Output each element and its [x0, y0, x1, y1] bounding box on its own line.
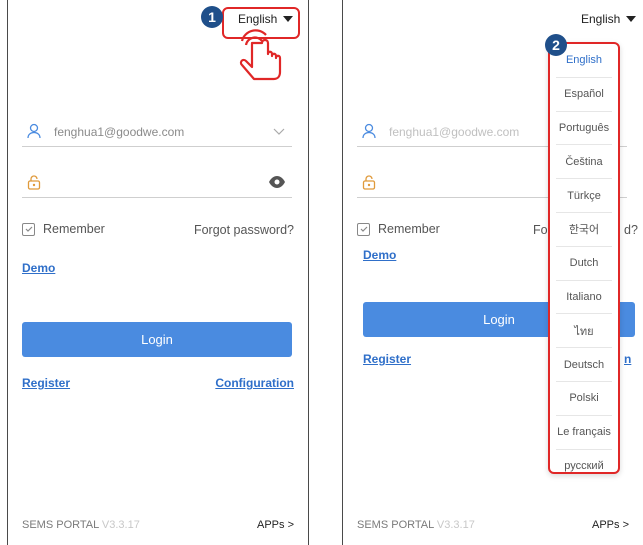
register-link[interactable]: Register: [22, 376, 70, 390]
checkbox-icon: [22, 222, 35, 236]
remember-label: Remember: [43, 222, 105, 236]
apps-link[interactable]: APPs >: [592, 519, 629, 531]
language-selected-label: English: [581, 12, 621, 26]
step-badge-1: 1: [201, 6, 223, 28]
demo-link[interactable]: Demo: [22, 261, 55, 275]
lock-icon: [26, 174, 42, 195]
demo-link[interactable]: Demo: [363, 248, 396, 262]
remember-label: Remember: [378, 222, 440, 236]
remember-checkbox[interactable]: Remember: [357, 222, 440, 236]
footer-brand: SEMS PORTAL V3.3.17: [357, 519, 475, 531]
password-field[interactable]: [22, 168, 292, 198]
language-option[interactable]: русский: [556, 450, 612, 484]
step-badge-2: 2: [545, 34, 567, 56]
email-value: fenghua1@goodwe.com: [54, 125, 185, 139]
language-dropdown: English Español Português Čeština Türkçe…: [548, 42, 620, 474]
chevron-down-icon[interactable]: [272, 124, 286, 143]
configuration-link-partial[interactable]: n: [624, 352, 631, 366]
email-field[interactable]: fenghua1@goodwe.com: [22, 117, 292, 147]
language-option[interactable]: Türkçe: [556, 179, 612, 213]
footer-brand: SEMS PORTAL V3.3.17: [22, 519, 140, 531]
forgot-password-link-partial-start[interactable]: Fo: [533, 223, 548, 237]
lock-icon: [361, 174, 377, 195]
configuration-link[interactable]: Configuration: [215, 376, 294, 390]
language-option[interactable]: Português: [556, 112, 612, 146]
hand-pointer-icon: [236, 29, 288, 90]
eye-icon[interactable]: [268, 175, 286, 194]
version-label: V3.3.17: [101, 519, 140, 531]
login-button[interactable]: Login: [22, 322, 292, 357]
brand-label: SEMS PORTAL: [357, 519, 434, 531]
user-icon: [361, 123, 377, 144]
forgot-password-link-partial-end[interactable]: d?: [624, 223, 638, 237]
language-option[interactable]: Polski: [556, 382, 612, 416]
user-icon: [26, 123, 42, 144]
remember-checkbox[interactable]: Remember: [22, 222, 105, 236]
language-option[interactable]: Italiano: [556, 281, 612, 315]
login-screen-step-2: English fenghua1@goodwe.com Remember Fo …: [342, 0, 643, 545]
apps-link[interactable]: APPs >: [257, 519, 294, 531]
forgot-password-link[interactable]: Forgot password?: [194, 223, 294, 237]
language-option[interactable]: Español: [556, 78, 612, 112]
language-option-list: English Español Português Čeština Türkçe…: [550, 44, 618, 483]
language-option[interactable]: ไทย: [556, 314, 612, 349]
language-option[interactable]: Čeština: [556, 145, 612, 180]
language-option[interactable]: Deutsch: [556, 348, 612, 382]
language-selector[interactable]: English: [581, 12, 637, 26]
checkbox-icon: [357, 222, 370, 236]
brand-label: SEMS PORTAL: [22, 519, 99, 531]
language-option[interactable]: 한국어: [556, 213, 612, 247]
language-option[interactable]: Le français: [556, 416, 612, 450]
email-value: fenghua1@goodwe.com: [389, 125, 520, 139]
register-link[interactable]: Register: [363, 352, 411, 366]
version-label: V3.3.17: [436, 519, 475, 531]
language-option[interactable]: Dutch: [556, 247, 612, 281]
caret-down-icon: [626, 16, 637, 22]
